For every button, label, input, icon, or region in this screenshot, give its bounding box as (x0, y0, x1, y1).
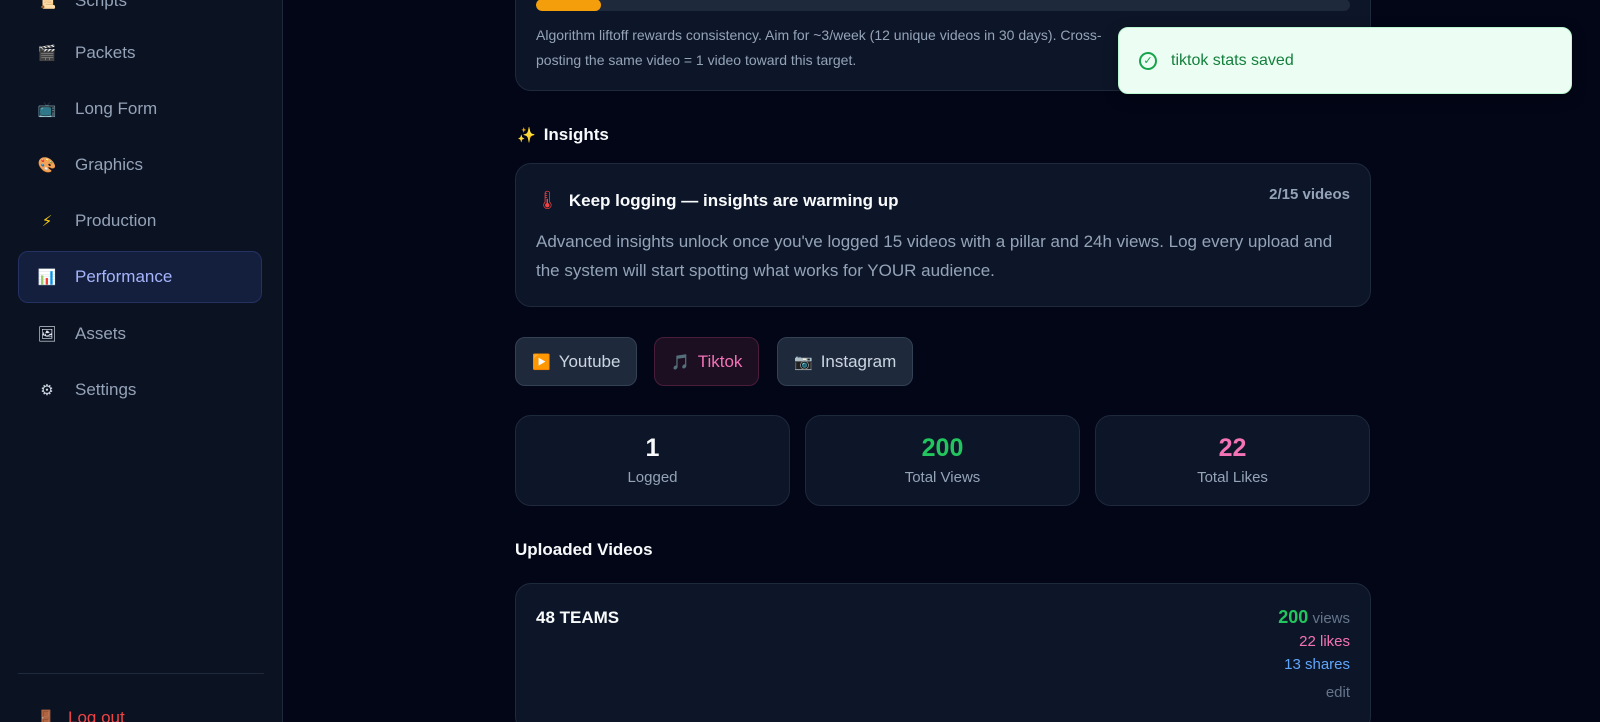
palette-icon: 🎨 (37, 157, 57, 174)
bar-chart-icon: 📊 (37, 269, 57, 286)
sidebar-item-production[interactable]: ⚡ Production (18, 195, 262, 247)
picture-icon: 🖼 (37, 326, 57, 343)
sidebar-item-packets[interactable]: 🎬 Packets (18, 27, 262, 79)
video-likes: 22 likes (1299, 633, 1350, 650)
check-circle-icon: ✓ (1139, 51, 1157, 70)
insight-card: 🌡 Keep logging — insights are warming up… (515, 163, 1371, 307)
stat-card-logged: 1 Logged (515, 415, 790, 506)
insight-body: Advanced insights unlock once you've log… (536, 232, 1333, 280)
logout-label: Log out (68, 708, 125, 722)
insight-heading: Keep logging — insights are warming up (568, 190, 899, 210)
door-icon: 🚪 (36, 710, 56, 722)
play-icon: ▶️ (532, 353, 551, 371)
sidebar-item-label: Assets (75, 324, 127, 343)
video-stats: 200 views 22 likes 13 shares (1278, 606, 1350, 676)
sidebar-item-label: Settings (75, 380, 137, 399)
stat-label: Total Likes (1197, 469, 1268, 486)
video-shares: 13 shares (1284, 656, 1350, 673)
stat-value: 200 (921, 434, 964, 462)
tab-tiktok[interactable]: 🎵 Tiktok (654, 337, 760, 386)
toast-notification: ✓ tiktok stats saved (1118, 27, 1572, 94)
tab-label: Youtube (558, 351, 621, 371)
sidebar-item-label: Performance (75, 267, 173, 286)
consistency-description: Algorithm liftoff rewards consistency. A… (536, 27, 1102, 68)
scroll-icon: 📜 (37, 0, 57, 10)
video-card[interactable]: 48 TEAMS 200 views 22 likes 13 shares ed… (515, 583, 1371, 722)
video-views-count: 200 (1278, 607, 1309, 627)
gear-icon: ⚙ (40, 382, 54, 399)
sidebar: 📜 Scripts 🎬 Packets 📺 Long Form 🎨 Graphi… (0, 0, 283, 722)
app-root: 📜 Scripts 🎬 Packets 📺 Long Form 🎨 Graphi… (0, 0, 1600, 722)
sparkles-icon: ✨ (517, 127, 536, 144)
lightning-icon: ⚡ (41, 213, 53, 230)
consistency-progress-bar (536, 0, 1350, 11)
video-views-suffix: views (1312, 610, 1350, 627)
sidebar-item-long-form[interactable]: 📺 Long Form (18, 83, 262, 135)
sidebar-item-label: Scripts (75, 0, 127, 10)
insight-progress-count: 2/15 videos (1269, 186, 1350, 203)
toast-message: tiktok stats saved (1171, 51, 1294, 69)
sidebar-item-graphics[interactable]: 🎨 Graphics (18, 139, 262, 191)
sidebar-item-label: Long Form (75, 99, 158, 118)
video-views: 200 views (1278, 606, 1350, 630)
tv-icon: 📺 (37, 101, 57, 118)
sidebar-item-label: Graphics (75, 155, 144, 174)
tab-youtube[interactable]: ▶️ Youtube (515, 337, 638, 386)
uploaded-videos-heading: Uploaded Videos (515, 540, 653, 559)
stat-value: 1 (645, 434, 660, 462)
video-title: 48 TEAMS (536, 608, 620, 627)
insight-header: 🌡 Keep logging — insights are warming up (536, 190, 899, 211)
sidebar-item-assets[interactable]: 🖼 Assets (18, 308, 262, 360)
stat-value: 22 (1218, 434, 1247, 462)
insights-heading: ✨ Insights (517, 125, 609, 145)
sidebar-item-label: Production (75, 211, 157, 230)
sidebar-item-label: Packets (75, 43, 136, 62)
insights-title: Insights (543, 125, 609, 144)
stat-card-total-likes: 22 Total Likes (1095, 415, 1370, 506)
consistency-progress-fill (536, 0, 602, 11)
music-note-icon: 🎵 (671, 353, 690, 371)
video-edit-link[interactable]: edit (1326, 684, 1350, 701)
tab-instagram[interactable]: 📷 Instagram (777, 337, 914, 386)
tab-label: Tiktok (697, 351, 743, 371)
sidebar-item-scripts[interactable]: 📜 Scripts (18, 0, 262, 27)
thermometer-icon: 🌡 (536, 190, 559, 210)
stat-card-total-views: 200 Total Views (805, 415, 1080, 506)
sidebar-item-settings[interactable]: ⚙ Settings (18, 364, 262, 416)
clapper-icon: 🎬 (37, 45, 57, 62)
camera-icon: 📷 (794, 353, 813, 371)
stat-label: Total Views (904, 469, 981, 486)
logout-button[interactable]: 🚪 Log out (36, 708, 125, 722)
sidebar-divider (18, 673, 264, 674)
sidebar-item-performance[interactable]: 📊 Performance (18, 251, 262, 303)
tab-label: Instagram (820, 351, 897, 371)
stat-label: Logged (627, 469, 678, 486)
